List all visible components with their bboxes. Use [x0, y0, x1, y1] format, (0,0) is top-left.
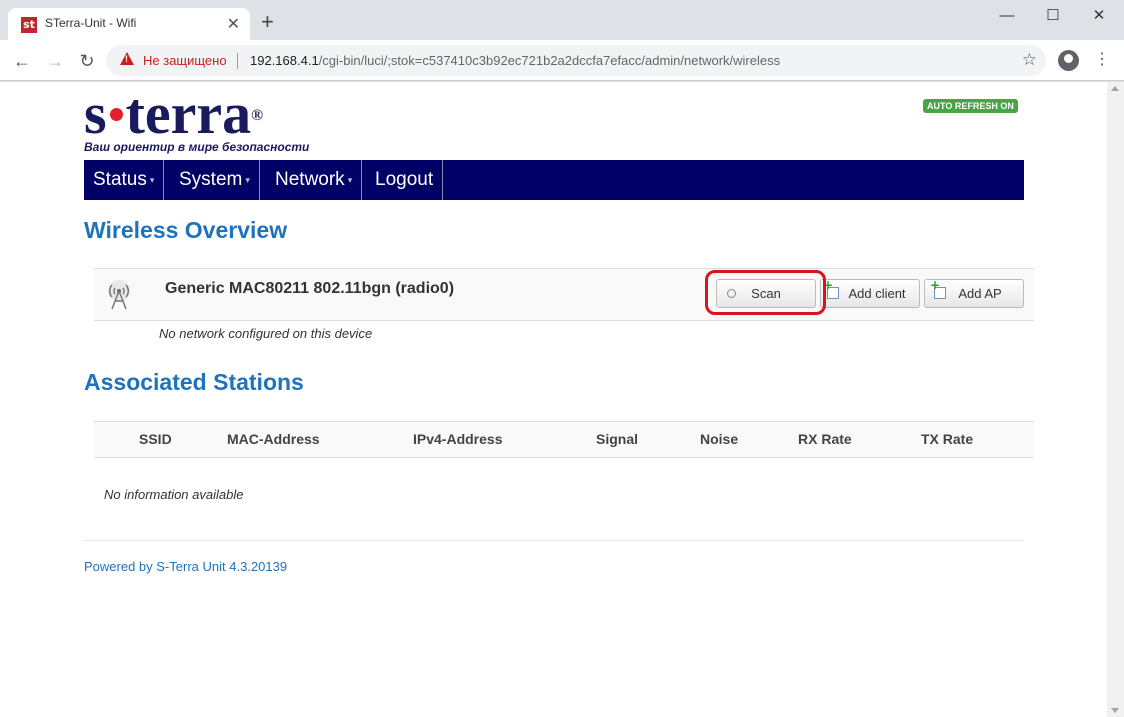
footer-divider [84, 540, 1024, 541]
no-information-message: No information available [104, 487, 244, 502]
associated-stations-title: Associated Stations [84, 369, 304, 395]
chevron-down-icon: ▾ [245, 175, 250, 185]
browser-toolbar: ← → ↻ ! Не защищено 192.168.4.1/cgi-bin/… [0, 40, 1124, 81]
add-ap-label: Add AP [958, 286, 1002, 301]
menu-network[interactable]: Network ▾ [266, 160, 363, 200]
radio-device-name: Generic MAC80211 802.11bgn (radio0) [165, 280, 455, 297]
profile-avatar-icon[interactable] [1058, 50, 1079, 71]
vertical-scrollbar[interactable] [1107, 82, 1124, 717]
col-ipv4-address: IPv4-Address [413, 431, 503, 447]
minimize-button[interactable]: — [984, 4, 1030, 28]
menu-status[interactable]: Status ▾ [84, 160, 165, 200]
add-icon [823, 279, 839, 299]
add-client-button[interactable]: Add client [820, 279, 920, 308]
col-signal: Signal [596, 431, 639, 447]
reload-button[interactable]: ↻ [75, 49, 99, 73]
col-tx-rate: TX Rate [921, 431, 974, 447]
tab-title: STerra-Unit - Wifi [45, 16, 137, 30]
scroll-up-icon[interactable] [1111, 86, 1119, 91]
tab-bar: st STerra-Unit - Wifi ✕ + — ☐ ✕ [0, 0, 1124, 40]
address-bar[interactable]: ! Не защищено 192.168.4.1/cgi-bin/luci/;… [106, 45, 1046, 76]
footer-powered-by[interactable]: Powered by S-Terra Unit 4.3.20139 [84, 559, 287, 574]
logo-registered: ® [251, 107, 264, 124]
wireless-antenna-icon [108, 280, 130, 310]
chevron-down-icon: ▾ [149, 175, 155, 185]
menu-system-label: System [179, 169, 243, 191]
sterra-logo: s terra® [84, 84, 263, 144]
menu-status-label: Status [93, 169, 147, 191]
page-viewport: s terra® Ваш ориентир в мире безопасности… [0, 82, 1124, 717]
url-host: 192.168.4.1 [250, 53, 319, 68]
main-menu: Status ▾ System ▾ Network ▾ Logout [84, 160, 1024, 200]
menu-logout-label: Logout [375, 169, 434, 190]
add-client-label: Add client [848, 286, 906, 301]
url-text[interactable]: 192.168.4.1/cgi-bin/luci/;stok=c537410c3… [250, 53, 780, 68]
warning-icon[interactable]: ! [120, 52, 134, 65]
add-ap-button[interactable]: Add AP [924, 279, 1024, 308]
maximize-button[interactable]: ☐ [1030, 4, 1076, 28]
auto-refresh-badge[interactable]: AUTO REFRESH ON [923, 99, 1018, 113]
url-path: /cgi-bin/luci/;stok=c537410c3b92ec721b2a… [318, 53, 781, 68]
menu-network-label: Network [275, 169, 345, 191]
browser-menu-icon[interactable]: ⋮ [1094, 49, 1110, 69]
chevron-down-icon: ▾ [347, 175, 353, 185]
no-network-message: No network configured on this device [159, 326, 373, 341]
wireless-overview-title: Wireless Overview [84, 217, 288, 243]
col-rx-rate: RX Rate [798, 431, 852, 447]
favicon-icon: st [21, 17, 37, 33]
stations-table-header: SSID MAC-Address IPv4-Address Signal Noi… [94, 421, 1034, 458]
menu-logout[interactable]: Logout [366, 160, 444, 200]
add-icon [930, 279, 946, 299]
col-mac-address: MAC-Address [227, 431, 320, 447]
bookmark-star-icon[interactable]: ☆ [1022, 50, 1037, 70]
new-tab-button[interactable]: + [261, 11, 274, 33]
address-divider [237, 53, 238, 69]
forward-button[interactable]: → [43, 49, 67, 73]
menu-system[interactable]: System ▾ [170, 160, 260, 200]
tab-close-icon[interactable]: ✕ [227, 14, 240, 34]
scroll-down-icon[interactable] [1111, 708, 1119, 713]
logo-tagline: Ваш ориентир в мире безопасности [84, 140, 310, 154]
logo-s: s [84, 81, 107, 146]
not-secure-label[interactable]: Не защищено [143, 53, 227, 68]
logo-terra: terra [125, 81, 252, 146]
close-window-button[interactable]: ✕ [1076, 4, 1122, 28]
logo-dot [109, 108, 123, 122]
col-noise: Noise [700, 431, 739, 447]
radio-device-row: Generic MAC80211 802.11bgn (radio0) Scan… [94, 268, 1034, 321]
back-button[interactable]: ← [10, 49, 34, 73]
col-ssid: SSID [139, 431, 172, 447]
scan-highlight-annotation [705, 270, 826, 315]
browser-tab[interactable]: st STerra-Unit - Wifi ✕ [8, 8, 250, 40]
